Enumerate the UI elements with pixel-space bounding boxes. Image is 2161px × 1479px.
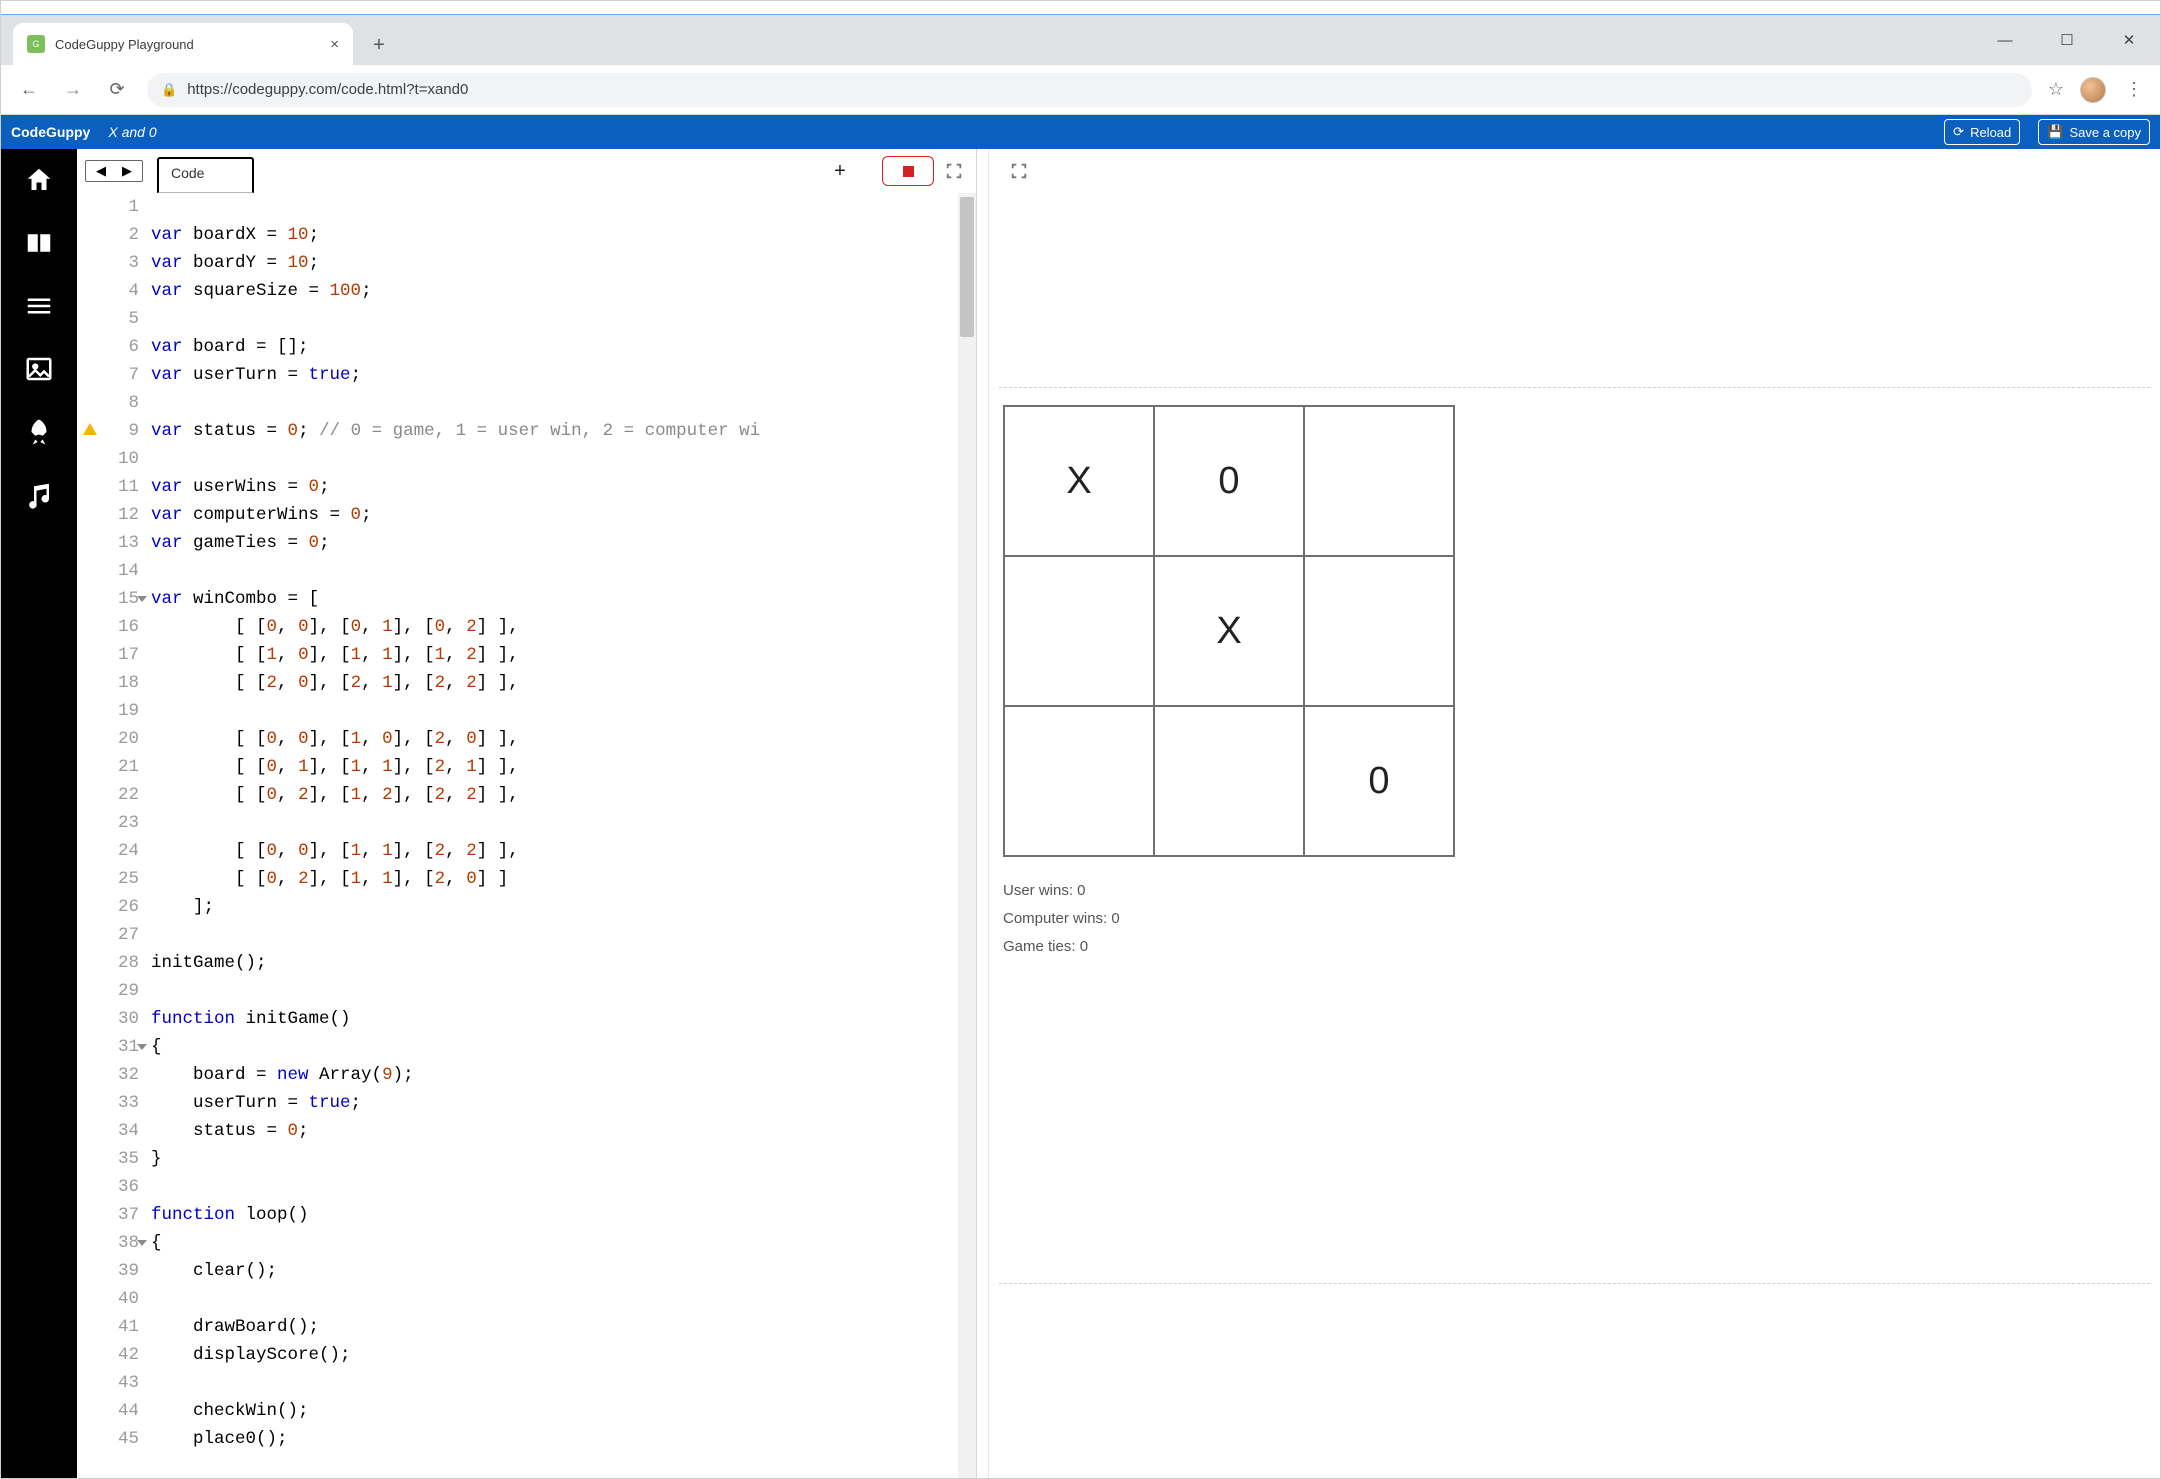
browser-tab[interactable]: G CodeGuppy Playground ×: [13, 23, 353, 65]
minimize-button[interactable]: —: [1974, 15, 2036, 65]
editor-pane: ◀ ▶ Code + 123456789: [77, 149, 977, 1478]
book-icon[interactable]: [24, 228, 54, 261]
expand-editor-button[interactable]: [940, 162, 968, 180]
window-titlebar: [1, 1, 2160, 15]
tab-nav-arrows: ◀ ▶: [85, 160, 143, 182]
address-bar: ← → ⟳ 🔒 https://codeguppy.com/code.html?…: [1, 65, 2160, 115]
add-tab-button[interactable]: +: [826, 160, 854, 183]
reload-icon: ⟳: [1953, 124, 1964, 140]
project-name: X and 0: [108, 124, 156, 140]
score-computer: Computer wins: 0: [1003, 905, 1120, 933]
board-cell[interactable]: [1304, 556, 1454, 706]
new-tab-button[interactable]: +: [359, 25, 399, 65]
profile-avatar[interactable]: [2080, 77, 2106, 103]
board-cell[interactable]: X: [1004, 406, 1154, 556]
save-label: Save a copy: [2069, 125, 2141, 140]
canvas-top-divider: [999, 387, 2150, 388]
app-brand[interactable]: CodeGuppy: [11, 124, 90, 140]
score-user: User wins: 0: [1003, 877, 1120, 905]
rocket-icon[interactable]: [24, 417, 54, 450]
score-ties: Game ties: 0: [1003, 933, 1120, 961]
tab-close-icon[interactable]: ×: [330, 36, 339, 53]
home-icon[interactable]: [24, 165, 54, 198]
tictactoe-board[interactable]: X0X0: [1003, 405, 1455, 857]
lock-icon: 🔒: [161, 82, 177, 98]
board-cell[interactable]: [1004, 706, 1154, 856]
output-pane: X0X0 User wins: 0 Computer wins: 0 Game …: [989, 149, 2160, 1478]
window-controls: — ☐ ✕: [1974, 15, 2160, 65]
bookmark-star-icon[interactable]: ☆: [2048, 79, 2064, 100]
workspace: ◀ ▶ Code + 123456789: [77, 149, 2160, 1478]
board-cell[interactable]: [1154, 706, 1304, 856]
browser-window: G CodeGuppy Playground × + — ☐ ✕ ← → ⟳ 🔒…: [0, 0, 2161, 1479]
menu-icon[interactable]: [24, 291, 54, 324]
score-panel: User wins: 0 Computer wins: 0 Game ties:…: [1003, 877, 1120, 961]
code-tab[interactable]: Code: [157, 157, 254, 193]
tab-title: CodeGuppy Playground: [55, 37, 320, 52]
maximize-button[interactable]: ☐: [2036, 15, 2098, 65]
board-cell[interactable]: X: [1154, 556, 1304, 706]
close-window-button[interactable]: ✕: [2098, 15, 2160, 65]
left-nav: [1, 149, 77, 1478]
save-icon: 💾: [2047, 124, 2063, 140]
browser-menu-button[interactable]: ⋮: [2122, 79, 2146, 100]
back-button[interactable]: ←: [15, 79, 43, 100]
tab-next-icon[interactable]: ▶: [118, 163, 136, 179]
browser-tabstrip: G CodeGuppy Playground × + — ☐ ✕: [1, 15, 2160, 65]
code-editor[interactable]: 1234567891011121314151617181920212223242…: [77, 193, 976, 1478]
reload-label: Reload: [1970, 125, 2011, 140]
reload-button[interactable]: ⟳: [103, 79, 131, 100]
board-cell[interactable]: [1304, 406, 1454, 556]
tab-prev-icon[interactable]: ◀: [92, 163, 110, 179]
canvas-bottom-divider: [999, 1283, 2150, 1284]
music-icon[interactable]: [24, 480, 54, 513]
url-box[interactable]: 🔒 https://codeguppy.com/code.html?t=xand…: [147, 73, 2032, 107]
board-cell[interactable]: [1004, 556, 1154, 706]
expand-output-button[interactable]: [1005, 162, 1033, 180]
scrollbar-thumb[interactable]: [960, 197, 974, 337]
output-canvas: X0X0 User wins: 0 Computer wins: 0 Game …: [989, 193, 2160, 1478]
app-header: CodeGuppy X and 0 ⟳ Reload 💾 Save a copy: [1, 115, 2160, 149]
output-toolbar: [989, 149, 2160, 193]
board-cell[interactable]: 0: [1304, 706, 1454, 856]
stop-button[interactable]: [882, 156, 934, 186]
line-gutter: 1234567891011121314151617181920212223242…: [77, 193, 151, 1478]
forward-button[interactable]: →: [59, 79, 87, 100]
save-copy-button[interactable]: 💾 Save a copy: [2038, 119, 2150, 145]
editor-tab-row: ◀ ▶ Code +: [77, 149, 976, 193]
favicon-icon: G: [27, 35, 45, 53]
reload-project-button[interactable]: ⟳ Reload: [1944, 119, 2020, 145]
image-icon[interactable]: [24, 354, 54, 387]
board-cell[interactable]: 0: [1154, 406, 1304, 556]
editor-scrollbar[interactable]: [958, 193, 976, 1478]
code-area[interactable]: var boardX = 10;var boardY = 10;var squa…: [151, 193, 976, 1478]
stop-icon: [903, 166, 914, 177]
app-body: ◀ ▶ Code + 123456789: [1, 149, 2160, 1478]
pane-splitter[interactable]: [977, 149, 989, 1478]
url-text: https://codeguppy.com/code.html?t=xand0: [187, 81, 468, 98]
